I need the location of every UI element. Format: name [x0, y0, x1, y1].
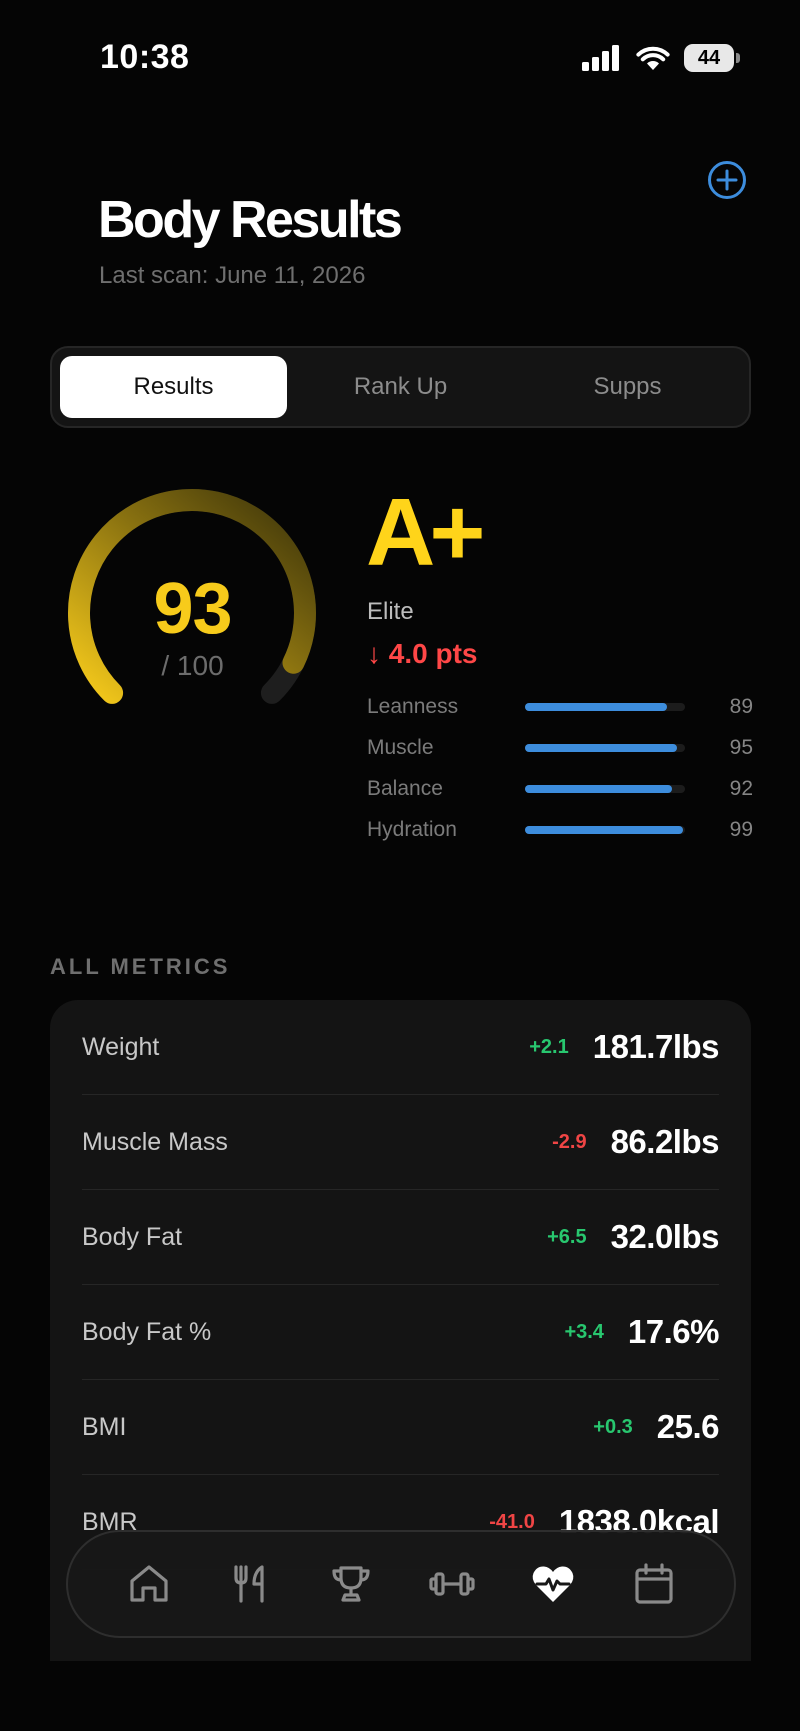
trophy-icon [331, 1566, 370, 1602]
metric-value: 32.0lbs [610, 1218, 720, 1255]
sub-score-fill [525, 825, 684, 834]
tab-home[interactable] [121, 1556, 177, 1612]
metric-name: Muscle Mass [82, 1127, 228, 1156]
tab-rank-up[interactable]: Rank Up [287, 356, 514, 418]
last-scan-date: Last scan: June 11, 2026 [99, 262, 366, 289]
metric-value: 181.7lbs [592, 1028, 720, 1065]
tab-results[interactable]: Results [60, 356, 287, 418]
battery-icon: 44 [684, 44, 740, 72]
metric-value: 17.6% [627, 1313, 720, 1350]
sub-score-track [525, 702, 685, 711]
sub-score-row: Hydration 99 [367, 809, 753, 850]
metric-delta: +6.5 [547, 1225, 587, 1248]
metric-name: Body Fat [82, 1222, 183, 1251]
plus-circle-icon [708, 161, 746, 199]
page-title: Body Results [98, 191, 403, 249]
sub-score-row: Muscle 95 [367, 727, 753, 768]
metric-row[interactable]: Body Fat +6.5 32.0lbs [82, 1190, 720, 1285]
metric-name: Weight [82, 1032, 160, 1061]
status-icons: 44 [582, 44, 740, 72]
home-icon [129, 1565, 168, 1602]
metric-delta: +3.4 [564, 1320, 604, 1343]
calendar-icon [634, 1563, 673, 1604]
sub-score-label: Leanness [367, 694, 459, 718]
tab-bar [66, 1530, 736, 1638]
metric-name: BMI [82, 1412, 127, 1441]
sub-score-fill [525, 702, 668, 711]
add-button[interactable] [707, 160, 747, 200]
tab-achievements[interactable] [323, 1556, 379, 1612]
sub-score-value: 99 [729, 817, 753, 841]
section-label: ALL METRICS [50, 954, 231, 979]
metric-value: 86.2lbs [610, 1123, 720, 1160]
status-time: 10:38 [100, 38, 190, 76]
sub-score-label: Muscle [367, 735, 434, 759]
wifi-icon [636, 46, 670, 70]
score-max: / 100 [161, 650, 224, 681]
sub-score-value: 89 [729, 694, 753, 718]
metric-delta: +0.3 [593, 1415, 633, 1438]
metric-value: 25.6 [656, 1408, 720, 1445]
metric-name: Body Fat % [82, 1317, 212, 1346]
sub-score-value: 92 [729, 776, 753, 800]
metric-row[interactable]: Body Fat % +3.4 17.6% [82, 1285, 720, 1380]
tab-calendar[interactable] [626, 1556, 682, 1612]
sub-scores: Leanness 89 Muscle 95 Balance 92 Hydrati… [367, 686, 753, 850]
sub-score-value: 95 [729, 735, 753, 759]
metric-row[interactable]: Muscle Mass -2.9 86.2lbs [82, 1095, 720, 1190]
metric-delta: +2.1 [529, 1035, 569, 1058]
signal-icon [582, 45, 619, 71]
tier-label: Elite [367, 598, 414, 625]
sub-score-label: Hydration [367, 817, 457, 841]
sub-score-fill [525, 784, 673, 793]
heart-pulse-icon [532, 1566, 573, 1602]
sub-score-label: Balance [367, 776, 443, 800]
metric-row[interactable]: BMI +0.3 25.6 [82, 1380, 720, 1475]
screen: 10:38 44 Body Results Last scan: June 11… [0, 0, 800, 1731]
sub-score-track [525, 784, 685, 793]
sub-score-track [525, 825, 685, 834]
tab-nutrition[interactable] [222, 1556, 278, 1612]
sub-score-row: Balance 92 [367, 768, 753, 809]
dumbbell-icon [428, 1572, 475, 1596]
tab-health[interactable] [525, 1556, 581, 1612]
tab-workouts[interactable] [424, 1556, 480, 1612]
sub-score-fill [525, 743, 677, 752]
sub-score-row: Leanness 89 [367, 686, 753, 727]
score-value: 93 [153, 569, 232, 649]
grade: A+ [366, 479, 485, 586]
sub-score-track [525, 743, 685, 752]
score-delta: ↓ 4.0 pts [367, 638, 478, 669]
fork-knife-icon [233, 1565, 264, 1603]
metric-delta: -2.9 [552, 1130, 587, 1153]
segmented-control: Results Rank Up Supps [50, 346, 751, 428]
tab-supps[interactable]: Supps [514, 356, 741, 418]
metric-row[interactable]: Weight +2.1 181.7lbs [82, 1000, 720, 1095]
